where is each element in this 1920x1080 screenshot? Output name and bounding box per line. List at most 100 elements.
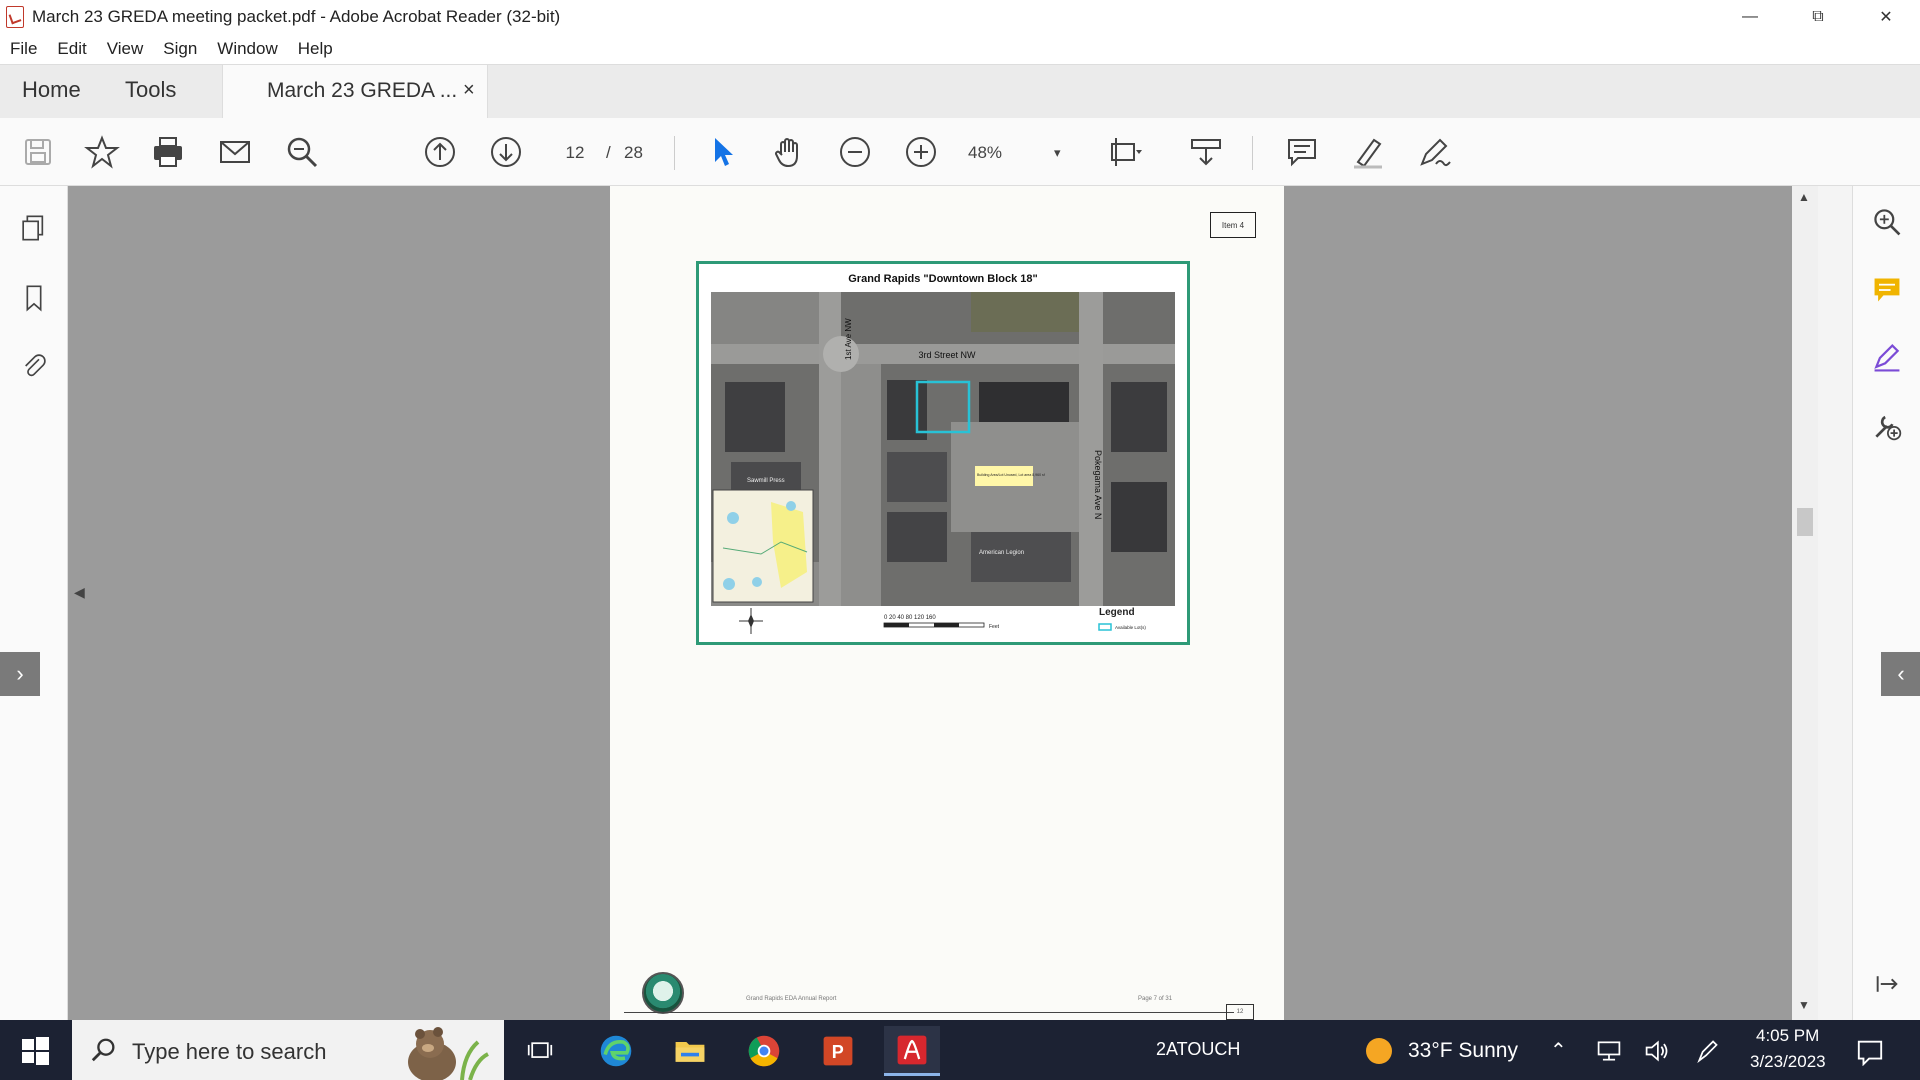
chevron-up-icon[interactable]: ⌃ [1550, 1038, 1567, 1063]
page-separator: / [606, 143, 611, 162]
aerial-map-drawing: 3rd Street NW 1st Ave NW Pokegama Ave N … [711, 292, 1175, 606]
tab-document-label: March 23 GREDA ... [267, 79, 458, 102]
volume-icon[interactable] [1644, 1038, 1670, 1070]
tab-document[interactable]: March 23 GREDA ... × [222, 65, 488, 119]
menu-view[interactable]: View [97, 39, 154, 59]
title-bar: March 23 GREDA meeting packet.pdf - Adob… [0, 0, 1920, 34]
label-callout: Building Area/Lot Unused, Lot area 8,960… [977, 473, 1045, 477]
acrobat-reader-icon[interactable] [884, 1026, 940, 1076]
collapse-left-icon[interactable]: ◀ [74, 584, 85, 601]
windows-start-icon[interactable] [20, 1036, 50, 1066]
clock-date[interactable]: 3/23/2023 [1750, 1052, 1826, 1072]
scroll-thumb[interactable] [1797, 508, 1813, 536]
read-mode-icon[interactable] [1186, 132, 1226, 172]
fill-sign-icon[interactable] [1867, 338, 1907, 378]
legend-entry-label: Available Lot(s) [1115, 625, 1146, 630]
collapse-tools-pane-button[interactable]: ‹ [1881, 652, 1920, 696]
search-icon [90, 1036, 118, 1069]
close-tab-icon[interactable]: × [463, 79, 475, 102]
toolbar: 12 / 28 48% ▾ [0, 118, 1920, 186]
notifications-icon[interactable] [1856, 1038, 1884, 1072]
label-3rd-street: 3rd Street NW [918, 350, 976, 360]
zoom-in-icon[interactable] [901, 132, 941, 172]
window-controls: — ⧉ ✕ [1716, 0, 1920, 34]
acrobat-file-icon [6, 6, 24, 28]
expand-panel-button[interactable]: › [0, 652, 40, 696]
legend-title: Legend [1099, 607, 1135, 618]
footer-page-box: 12 [1226, 1004, 1254, 1020]
label-1st-ave: 1st Ave NW [844, 318, 853, 360]
email-icon[interactable] [215, 132, 255, 172]
fit-page-icon[interactable] [1104, 132, 1144, 172]
zoom-value: 48% [968, 143, 1003, 162]
restore-button[interactable]: ⧉ [1784, 0, 1852, 34]
menu-file[interactable]: File [0, 39, 47, 59]
menu-window[interactable]: Window [207, 39, 287, 59]
tab-bar: Home Tools March 23 GREDA ... × [0, 64, 1920, 119]
footer-left-text: Grand Rapids EDA Annual Report [746, 996, 837, 1002]
page-number-input[interactable]: 12 [552, 140, 598, 166]
label-american: American Legion [979, 550, 1024, 556]
bookmark-star-icon[interactable] [82, 132, 122, 172]
previous-page-icon[interactable] [420, 132, 460, 172]
task-view-icon[interactable] [512, 1026, 568, 1076]
search-placeholder: Type here to search [132, 1039, 327, 1064]
taskbar-search-box[interactable]: Type here to search [72, 1020, 504, 1080]
zoom-out-icon[interactable] [835, 132, 875, 172]
weather-text[interactable]: 33°F Sunny [1408, 1039, 1518, 1063]
page-thumbnails-icon[interactable] [16, 210, 52, 246]
tab-home[interactable]: Home [22, 77, 81, 103]
label-pokegama: Pokegama Ave N [1093, 450, 1103, 519]
toolbar-divider [1252, 136, 1253, 170]
tray-label: 2ATOUCH [1156, 1039, 1241, 1059]
edge-browser-icon[interactable] [588, 1026, 644, 1076]
footer-right-text: Page 7 of 31 [1138, 996, 1173, 1002]
legend-entry: Available Lot(s) [1098, 623, 1146, 631]
page-total: 28 [624, 143, 643, 162]
network-icon[interactable] [1596, 1038, 1622, 1070]
item-badge: Item 4 [1210, 212, 1256, 238]
menu-help[interactable]: Help [288, 39, 343, 59]
weather-sun-icon[interactable] [1364, 1036, 1394, 1072]
save-icon[interactable] [18, 132, 58, 172]
comment-tool-icon[interactable] [1867, 270, 1907, 310]
tab-tools[interactable]: Tools [125, 77, 176, 103]
pen-ink-icon[interactable] [1694, 1038, 1720, 1070]
north-arrow-icon [739, 608, 763, 634]
footer-page-number: 12 [1236, 1009, 1244, 1015]
scroll-up-icon[interactable]: ▲ [1798, 190, 1810, 204]
menu-edit[interactable]: Edit [47, 39, 96, 59]
menu-bar: File Edit View Sign Window Help [0, 34, 1920, 64]
scale-unit: Feet [989, 624, 1000, 630]
find-zoom-icon[interactable] [282, 132, 322, 172]
file-explorer-icon[interactable] [662, 1026, 718, 1076]
print-icon[interactable] [148, 132, 188, 172]
enhance-scan-icon[interactable] [1867, 202, 1907, 242]
toolbar-divider [674, 136, 675, 170]
powerpoint-icon[interactable]: P [810, 1026, 866, 1076]
bookmarks-icon[interactable] [16, 280, 52, 316]
minimize-button[interactable]: — [1716, 0, 1784, 34]
select-cursor-icon[interactable] [703, 132, 743, 172]
next-page-icon[interactable] [486, 132, 526, 172]
pdf-page: Item 4 Grand Rapids "Downtown Block 18" [610, 186, 1284, 1020]
comment-icon[interactable] [1282, 132, 1322, 172]
exit-pane-icon[interactable] [1867, 964, 1907, 1004]
vertical-scrollbar[interactable]: ▲ ▼ [1792, 186, 1818, 1020]
chrome-browser-icon[interactable] [736, 1026, 792, 1076]
attachments-icon[interactable] [16, 348, 52, 384]
zoom-level-select[interactable]: 48% ▾ [968, 140, 1068, 166]
document-viewport[interactable]: ◀ Item 4 Grand Rapids "Downtown Block 18… [68, 186, 1792, 1020]
close-window-button[interactable]: ✕ [1852, 0, 1920, 34]
scale-labels: 0 20 40 80 120 160 [884, 615, 936, 621]
more-tools-icon[interactable] [1867, 406, 1907, 446]
aerial-map: 3rd Street NW 1st Ave NW Pokegama Ave N … [711, 292, 1175, 606]
clock-time[interactable]: 4:05 PM [1756, 1026, 1819, 1046]
scroll-down-icon[interactable]: ▼ [1798, 998, 1810, 1012]
highlight-pen-icon[interactable] [1348, 132, 1388, 172]
footer-rule [624, 1012, 1234, 1013]
sign-pen-icon[interactable] [1414, 132, 1454, 172]
hand-tool-icon[interactable] [769, 132, 809, 172]
right-tools-rail: ‹ [1852, 186, 1920, 1020]
menu-sign[interactable]: Sign [153, 39, 207, 59]
